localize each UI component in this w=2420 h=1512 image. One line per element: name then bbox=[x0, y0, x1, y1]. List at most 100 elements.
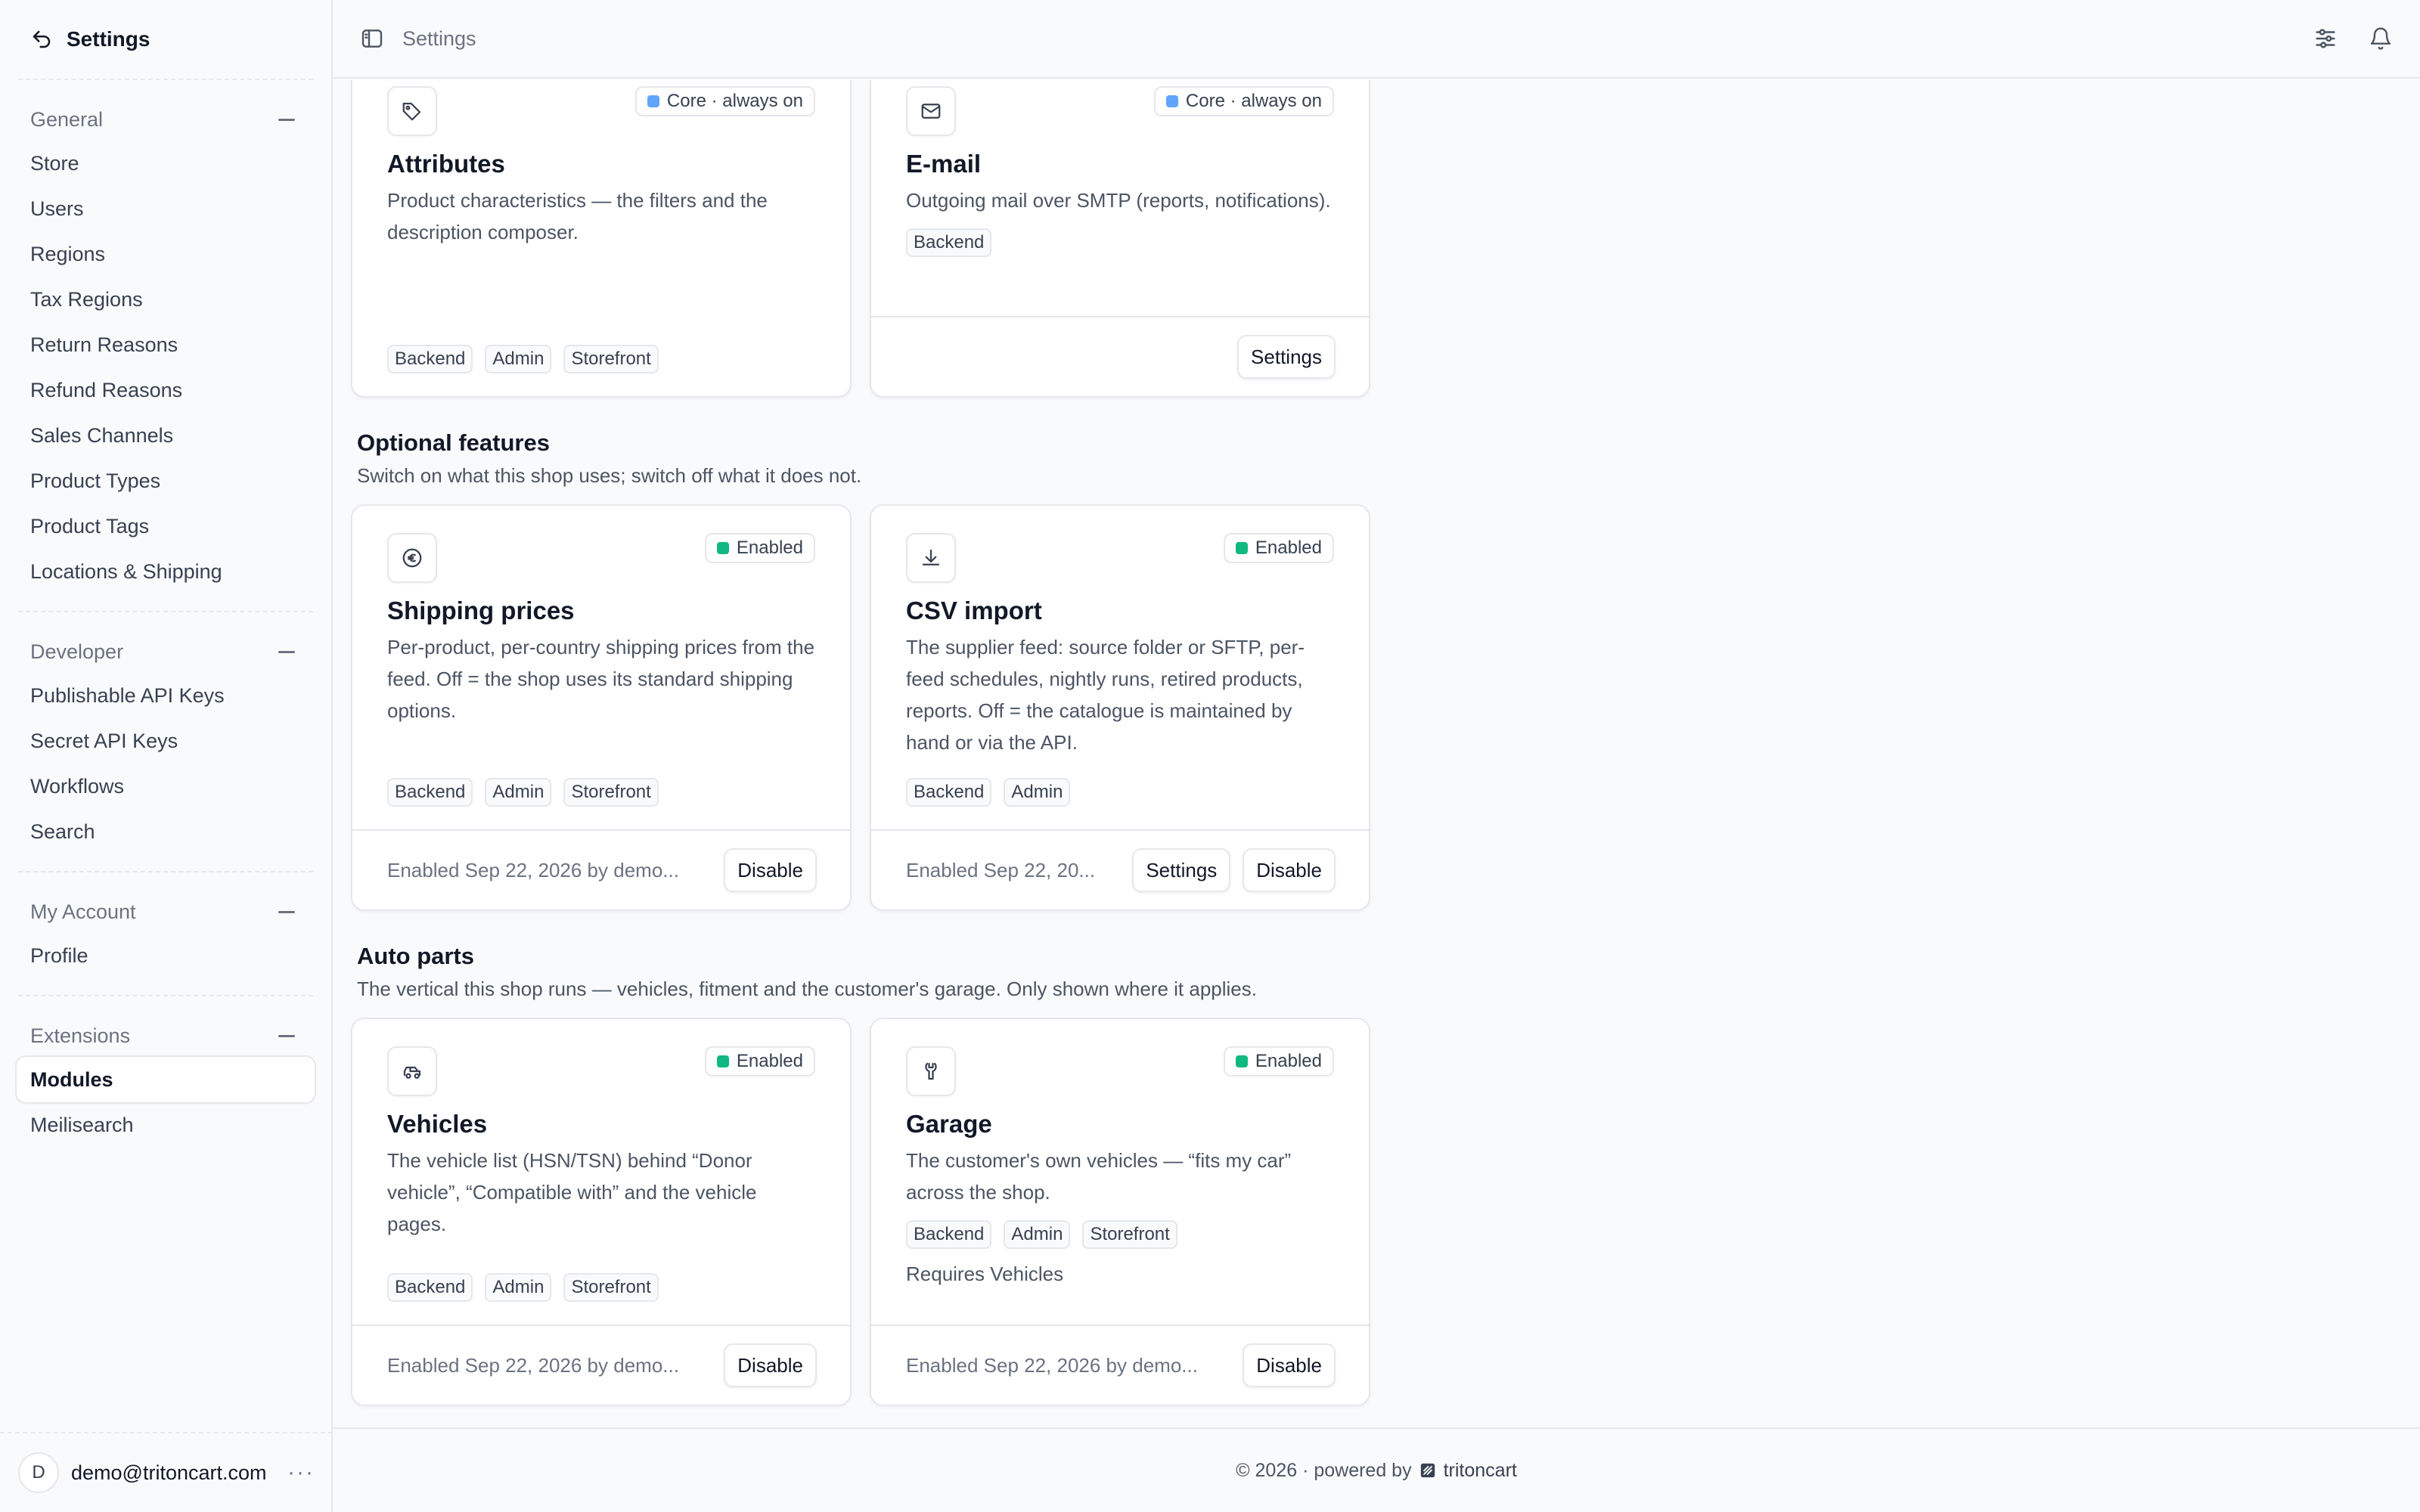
sidebar-item-modules[interactable]: Modules bbox=[17, 1057, 315, 1102]
page-footer: © 2026 · powered by tritoncart bbox=[333, 1427, 2420, 1512]
module-card-attributes: Core · always on Attributes Product char… bbox=[351, 80, 852, 398]
more-options-icon[interactable]: ··· bbox=[287, 1460, 315, 1486]
card-footer: Enabled Sep 22, 20... Settings Disable bbox=[871, 829, 1369, 909]
brand-link[interactable]: tritoncart bbox=[1419, 1460, 1517, 1482]
user-email: demo@tritoncart.com bbox=[71, 1461, 267, 1484]
disable-button[interactable]: Disable bbox=[724, 1343, 817, 1387]
status-dot bbox=[1235, 542, 1248, 554]
sidebar-header: Settings bbox=[0, 0, 331, 79]
sidebar-item-product-types[interactable]: Product Types bbox=[17, 458, 315, 503]
tag-list: Backend Admin Storefront bbox=[387, 778, 815, 807]
optional-modules-grid: Enabled Shipping prices Per-product, per… bbox=[351, 504, 1373, 911]
disable-button[interactable]: Disable bbox=[724, 848, 817, 892]
module-card-vehicles: Enabled Vehicles The vehicle list (HSN/T… bbox=[351, 1018, 852, 1406]
sidebar-group-my-account: My Account Profile bbox=[0, 872, 331, 995]
disable-button[interactable]: Disable bbox=[1243, 848, 1336, 892]
sidebar-title: Settings bbox=[67, 27, 150, 51]
sidebar-item-refund-reasons[interactable]: Refund Reasons bbox=[17, 367, 315, 413]
sidebar-item-search[interactable]: Search bbox=[17, 809, 315, 854]
sidebar-group-label: My Account bbox=[30, 900, 136, 923]
sidebar-item-return-reasons[interactable]: Return Reasons bbox=[17, 322, 315, 367]
topbar: Settings bbox=[333, 0, 2420, 79]
auto-parts-modules-grid: Enabled Vehicles The vehicle list (HSN/T… bbox=[351, 1018, 1373, 1406]
module-title: Attributes bbox=[387, 150, 505, 178]
module-title: Vehicles bbox=[387, 1110, 488, 1138]
tag-admin: Admin bbox=[485, 778, 552, 807]
enabled-meta: Enabled Sep 22, 2026 by demo... bbox=[387, 1353, 679, 1377]
sidebar-group-label: General bbox=[30, 107, 104, 131]
sidebar-item-users[interactable]: Users bbox=[17, 186, 315, 231]
card-footer: Settings bbox=[871, 316, 1369, 396]
brand-name: tritoncart bbox=[1443, 1459, 1517, 1481]
sidebar-item-locations-shipping[interactable]: Locations & Shipping bbox=[17, 549, 315, 594]
status-dot bbox=[1235, 1055, 1248, 1067]
sidebar-group-toggle[interactable]: My Account bbox=[0, 891, 331, 933]
sidebar-item-regions[interactable]: Regions bbox=[17, 231, 315, 277]
collapse-icon[interactable] bbox=[278, 650, 295, 653]
sidebar-group-extensions: Extensions Modules Meilisearch bbox=[0, 996, 331, 1164]
module-title: CSV import bbox=[906, 596, 1042, 624]
module-card-email: Core · always on E-mail Outgoing mail ov… bbox=[870, 80, 1370, 398]
tag-storefront: Storefront bbox=[563, 778, 659, 807]
sidebar-group-developer: Developer Publishable API Keys Secret AP… bbox=[0, 612, 331, 871]
sidebar-item-meilisearch[interactable]: Meilisearch bbox=[17, 1102, 315, 1148]
module-card-csv-import: Enabled CSV import The supplier feed: so… bbox=[870, 504, 1370, 911]
status-label: Enabled bbox=[1255, 538, 1322, 558]
module-card-garage: Enabled Garage The customer's own vehicl… bbox=[870, 1018, 1370, 1406]
tag-storefront: Storefront bbox=[563, 345, 659, 373]
sidebar-item-profile[interactable]: Profile bbox=[17, 933, 315, 978]
sidebar-item-store[interactable]: Store bbox=[17, 141, 315, 186]
sidebar-item-publishable-api-keys[interactable]: Publishable API Keys bbox=[17, 673, 315, 718]
tag-admin: Admin bbox=[1004, 778, 1071, 807]
module-title: E-mail bbox=[906, 150, 982, 178]
sidebar-group-toggle[interactable]: Extensions bbox=[0, 1015, 331, 1057]
sidebar-group-toggle[interactable]: Developer bbox=[0, 631, 331, 673]
tag-admin: Admin bbox=[1004, 1220, 1071, 1249]
tag-list: Backend bbox=[906, 228, 1334, 257]
collapse-icon[interactable] bbox=[278, 910, 295, 913]
mail-icon bbox=[906, 86, 956, 136]
module-description: The supplier feed: source folder or SFTP… bbox=[906, 636, 1305, 754]
card-footer: Enabled Sep 22, 2026 by demo... Disable bbox=[352, 1325, 850, 1405]
module-card-shipping-prices: Enabled Shipping prices Per-product, per… bbox=[351, 504, 852, 911]
status-dot bbox=[1165, 95, 1178, 107]
sidebar-item-tax-regions[interactable]: Tax Regions bbox=[17, 277, 315, 322]
sidebar-toggle-icon[interactable] bbox=[360, 26, 384, 51]
sidebar-item-secret-api-keys[interactable]: Secret API Keys bbox=[17, 718, 315, 764]
status-label: Enabled bbox=[1255, 1051, 1322, 1071]
sliders-icon[interactable] bbox=[2313, 26, 2338, 51]
sidebar-item-product-tags[interactable]: Product Tags bbox=[17, 503, 315, 549]
back-arrow-icon[interactable] bbox=[30, 28, 53, 51]
breadcrumb[interactable]: Settings bbox=[402, 27, 476, 51]
status-dot bbox=[716, 1055, 729, 1067]
status-label: Enabled bbox=[736, 1051, 803, 1071]
disable-button[interactable]: Disable bbox=[1243, 1343, 1336, 1387]
status-badge: Core · always on bbox=[634, 86, 815, 116]
sidebar-group-toggle[interactable]: General bbox=[0, 98, 331, 141]
section-subtitle: The vertical this shop runs — vehicles, … bbox=[357, 978, 1257, 1000]
sidebar-item-sales-channels[interactable]: Sales Channels bbox=[17, 413, 315, 458]
status-badge: Enabled bbox=[1223, 1046, 1334, 1077]
enabled-meta: Enabled Sep 22, 20... bbox=[906, 858, 1096, 881]
tag-backend: Backend bbox=[387, 345, 473, 373]
sidebar-group-label: Extensions bbox=[30, 1024, 131, 1047]
euro-icon bbox=[387, 533, 437, 583]
tag-list: Backend Admin bbox=[906, 778, 1334, 807]
collapse-icon[interactable] bbox=[278, 1034, 295, 1037]
settings-button[interactable]: Settings bbox=[1237, 335, 1336, 379]
user-menu[interactable]: D demo@tritoncart.com ··· bbox=[0, 1432, 333, 1512]
section-title: Optional features bbox=[357, 429, 550, 456]
status-dot bbox=[716, 542, 729, 554]
sidebar-group-general: General Store Users Regions Tax Regions … bbox=[0, 80, 331, 611]
settings-button[interactable]: Settings bbox=[1132, 848, 1231, 892]
module-description: Outgoing mail over SMTP (reports, notifi… bbox=[906, 189, 1331, 212]
collapse-icon[interactable] bbox=[278, 118, 295, 121]
enabled-meta: Enabled Sep 22, 2026 by demo... bbox=[906, 1353, 1198, 1377]
status-label: Core · always on bbox=[666, 91, 803, 111]
sidebar-item-workflows[interactable]: Workflows bbox=[17, 764, 315, 809]
tag-storefront: Storefront bbox=[1082, 1220, 1177, 1249]
enabled-meta: Enabled Sep 22, 2026 by demo... bbox=[387, 858, 679, 881]
bell-icon[interactable] bbox=[2369, 26, 2393, 51]
module-description: The vehicle list (HSN/TSN) behind “Donor… bbox=[387, 1149, 757, 1235]
status-badge: Enabled bbox=[704, 533, 815, 563]
